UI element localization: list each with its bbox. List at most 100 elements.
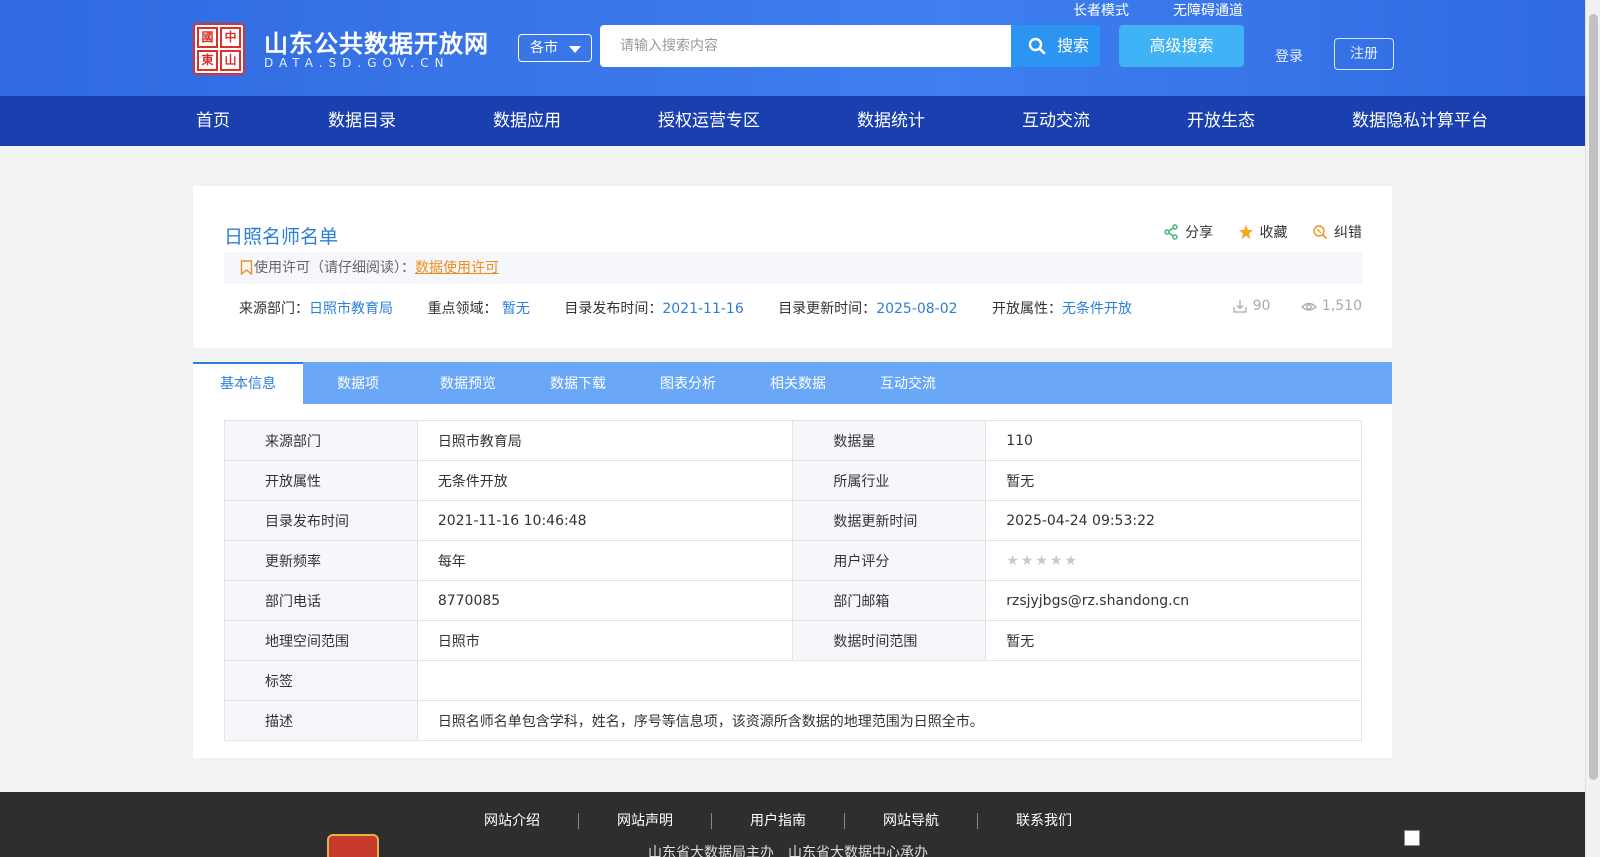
info-value: 无条件开放 (416, 460, 794, 501)
chevron-down-icon (569, 46, 581, 53)
search-button-label: 搜索 (1057, 36, 1090, 55)
view-count: 1,510 (1300, 298, 1362, 314)
info-key: 用户评分 (792, 540, 987, 581)
footer-link-about[interactable]: 网站介绍 (484, 810, 540, 830)
star-icon[interactable]: ★ (1006, 553, 1019, 569)
info-value: 日照市教育局 (416, 420, 794, 461)
share-label: 分享 (1185, 225, 1214, 241)
info-value: 2021-11-16 10:46:48 (416, 500, 794, 541)
page-scrollbar[interactable] (1585, 0, 1600, 857)
info-key: 地理空间范围 (224, 620, 418, 661)
star-icon[interactable]: ★ (1050, 553, 1063, 569)
dataset-detail-panel: 基本信息 数据项 数据预览 数据下载 图表分析 相关数据 互动交流 来源部门 日… (193, 362, 1392, 758)
footer-link-guide[interactable]: 用户指南 (750, 810, 806, 830)
tab-data-preview[interactable]: 数据预览 (413, 362, 523, 404)
share-button[interactable]: 分享 (1163, 222, 1213, 242)
info-key: 来源部门 (224, 420, 418, 461)
footer-link-contact[interactable]: 联系我们 (1016, 810, 1072, 830)
star-icon[interactable]: ★ (1035, 553, 1048, 569)
meta-open-value: 无条件开放 (1062, 301, 1133, 317)
site-title[interactable]: 山东公共数据开放网 (264, 24, 489, 59)
report-error-button[interactable]: 纠错 (1312, 222, 1362, 242)
footer-divider (711, 813, 712, 829)
footer-badge-image[interactable] (1404, 830, 1420, 846)
site-header: 中 國 山 東 山东公共数据开放网 DATA.SD.GOV.CN 各市 搜索 高… (0, 0, 1585, 96)
search-input[interactable] (600, 25, 1011, 67)
footer-divider (578, 813, 579, 829)
info-key: 描述 (224, 700, 418, 741)
star-icon[interactable]: ★ (1064, 553, 1077, 569)
footer-emblem (327, 834, 379, 857)
tab-interaction[interactable]: 互动交流 (853, 362, 963, 404)
tab-data-items[interactable]: 数据项 (303, 362, 413, 404)
info-key: 数据时间范围 (792, 620, 987, 661)
nav-item-privacy-computing[interactable]: 数据隐私计算平台 (1352, 96, 1488, 146)
table-row: 来源部门 日照市教育局 数据量 110 (224, 420, 1362, 461)
meta-source-value[interactable]: 日照市教育局 (309, 301, 393, 317)
table-row: 部门电话 8770085 部门邮箱 rzsjyjbgs@rz.shandong.… (224, 580, 1362, 621)
info-key: 部门邮箱 (792, 580, 987, 621)
advanced-search-button[interactable]: 高级搜索 (1119, 25, 1244, 67)
footer-link-statement[interactable]: 网站声明 (617, 810, 673, 830)
logo-seal-char: 山 (220, 50, 241, 71)
favorite-button[interactable]: 收藏 (1238, 222, 1288, 242)
meta-open: 开放属性：无条件开放 (992, 298, 1132, 318)
star-icon (1238, 225, 1253, 239)
nav-item-interaction[interactable]: 互动交流 (1022, 96, 1090, 146)
info-key: 部门电话 (224, 580, 418, 621)
nav-item-home[interactable]: 首页 (196, 96, 230, 146)
logo-seal-char: 中 (220, 27, 241, 48)
meta-update-value: 2025-08-02 (876, 301, 958, 317)
download-icon (1232, 300, 1247, 313)
meta-publish-value: 2021-11-16 (662, 301, 744, 317)
license-bar: 使用许可（请仔细阅读）：数据使用许可 (224, 252, 1362, 284)
info-value: 日照市 (416, 620, 794, 661)
info-key: 数据更新时间 (792, 500, 987, 541)
city-select-value: 各市 (530, 40, 558, 56)
tab-chart-analysis[interactable]: 图表分析 (633, 362, 743, 404)
logo-seal-char: 國 (197, 27, 218, 48)
user-rating[interactable]: ★ ★ ★ ★ ★ (985, 540, 1362, 581)
nav-item-apps[interactable]: 数据应用 (493, 96, 561, 146)
star-icon[interactable]: ★ (1021, 553, 1034, 569)
search-button[interactable]: 搜索 (1011, 25, 1100, 67)
license-link[interactable]: 数据使用许可 (415, 260, 499, 276)
tags-value (416, 660, 1363, 701)
footer-organizer-line: 山东省大数据局主办 山东省大数据中心承办 (648, 845, 928, 857)
register-button[interactable]: 注册 (1334, 38, 1394, 70)
table-row: 地理空间范围 日照市 数据时间范围 暂无 (224, 620, 1362, 661)
main-nav: 首页 数据目录 数据应用 授权运营专区 数据统计 互动交流 开放生态 数据隐私计… (0, 96, 1585, 146)
tab-data-download[interactable]: 数据下载 (523, 362, 633, 404)
elder-mode-link[interactable]: 长者模式 (1073, 0, 1129, 20)
scrollbar-thumb[interactable] (1589, 14, 1598, 780)
table-row: 标签 (224, 660, 1363, 701)
meta-source-label: 来源部门： (239, 301, 309, 317)
table-row: 目录发布时间 2021-11-16 10:46:48 数据更新时间 2025-0… (224, 500, 1362, 541)
meta-domain-value: 暂无 (501, 301, 530, 317)
description-value: 日照名师名单包含学科，姓名，序号等信息项，该资源所含数据的地理范围为日照全市。 (416, 700, 1363, 741)
nav-item-catalog[interactable]: 数据目录 (328, 96, 396, 146)
city-select[interactable]: 各市 (518, 34, 592, 62)
tab-basic-info[interactable]: 基本信息 (193, 362, 303, 404)
basic-info-table: 来源部门 日照市教育局 数据量 110 开放属性 无条件开放 所属行业 暂无 目… (224, 420, 1363, 741)
search-box[interactable] (600, 25, 1011, 67)
table-row: 开放属性 无条件开放 所属行业 暂无 (224, 460, 1362, 501)
tab-related-data[interactable]: 相关数据 (743, 362, 853, 404)
magnifier-error-icon (1313, 225, 1328, 240)
dataset-title: 日照名师名单 (224, 226, 339, 248)
dataset-stats: 90 1,510 (1206, 298, 1362, 318)
license-label: 使用许可（请仔细阅读）： (254, 260, 415, 276)
nav-item-authorized-operation[interactable]: 授权运营专区 (658, 96, 760, 146)
info-key: 更新频率 (224, 540, 418, 581)
favorite-label: 收藏 (1259, 225, 1288, 241)
meta-domain-label: 重点领域： (427, 301, 498, 317)
site-domain: DATA.SD.GOV.CN (264, 56, 450, 70)
login-link[interactable]: 登录 (1275, 46, 1303, 66)
meta-update-label: 目录更新时间： (778, 301, 877, 317)
footer-link-sitemap[interactable]: 网站导航 (883, 810, 939, 830)
info-value: 110 (985, 420, 1362, 461)
nav-item-statistics[interactable]: 数据统计 (857, 96, 925, 146)
accessibility-link[interactable]: 无障碍通道 (1173, 0, 1243, 20)
nav-item-ecosystem[interactable]: 开放生态 (1187, 96, 1255, 146)
site-logo-seal[interactable]: 中 國 山 東 (193, 23, 245, 75)
